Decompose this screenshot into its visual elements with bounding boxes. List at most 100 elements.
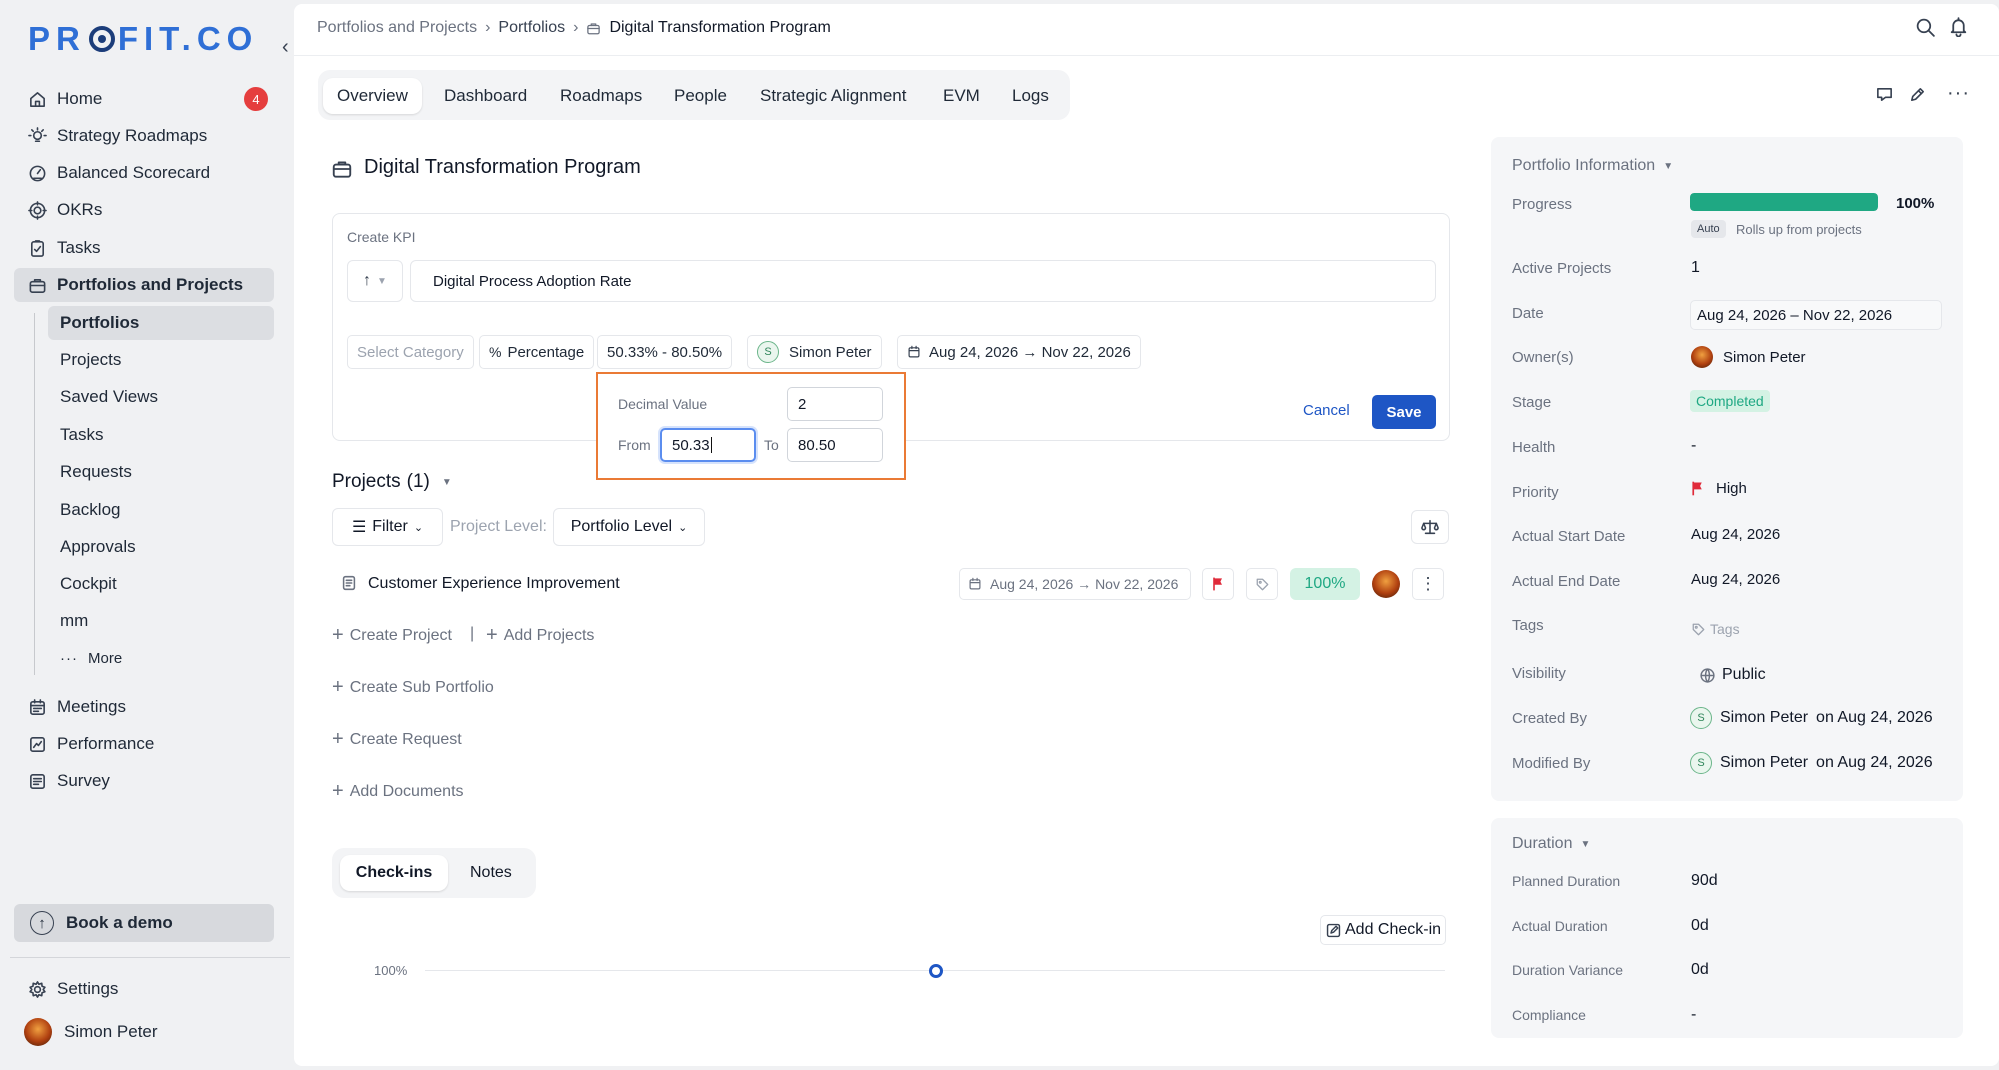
breadcrumb-item[interactable]: Portfolios [498, 19, 565, 37]
sidebar-sub-item-backlog[interactable]: Backlog [48, 493, 274, 527]
balance-view-button[interactable] [1411, 510, 1449, 544]
search-icon[interactable] [1915, 17, 1936, 38]
bell-icon[interactable] [1948, 16, 1969, 37]
edit-note-icon [1326, 923, 1341, 937]
book-demo-button[interactable]: ↑ Book a demo [14, 904, 274, 942]
unit-select[interactable]: % Percentage [479, 335, 595, 369]
sidebar-sub-item-approvals[interactable]: Approvals [48, 530, 274, 564]
sidebar-item-label: OKRs [57, 200, 103, 219]
category-select[interactable]: Select Category [347, 335, 474, 369]
sidebar-item-performance[interactable]: Performance [14, 727, 274, 761]
sidebar-item-label: Survey [57, 771, 110, 790]
decimal-value-input[interactable]: 2 [787, 387, 883, 421]
comment-icon[interactable] [1875, 85, 1894, 104]
direction-dropdown[interactable]: ↑ ▼ [347, 260, 403, 302]
duration-variance-value: 0d [1691, 961, 1709, 978]
sidebar-sub-item-requests[interactable]: Requests [48, 455, 274, 489]
date-range-field[interactable]: Aug 24, 2026 – Nov 22, 2026 [1690, 300, 1942, 330]
checkin-point[interactable] [929, 964, 943, 978]
tab-people[interactable]: People [674, 78, 727, 114]
user-profile[interactable]: Simon Peter [24, 1018, 158, 1046]
sidebar-more[interactable]: ··· More [48, 641, 274, 675]
sidebar-item-meetings[interactable]: Meetings [14, 690, 274, 724]
sidebar-sub-item-tasks[interactable]: Tasks [48, 418, 274, 452]
tags-label: Tags [1512, 617, 1544, 634]
sidebar-divider [10, 957, 290, 958]
sidebar-item-balanced-scorecard[interactable]: Balanced Scorecard [14, 156, 274, 190]
sidebar-item-tasks[interactable]: Tasks [14, 231, 274, 265]
tab-overview[interactable]: Overview [323, 78, 422, 114]
caret-down-icon: ▼ [1663, 160, 1674, 172]
tab-roadmaps[interactable]: Roadmaps [560, 78, 642, 114]
add-projects-link[interactable]: + Add Projects [486, 624, 594, 647]
stage-label: Stage [1512, 394, 1552, 411]
edit-icon[interactable] [1908, 85, 1927, 104]
save-button[interactable]: Save [1372, 395, 1436, 429]
breadcrumb-item[interactable]: Portfolios and Projects [317, 19, 477, 37]
sidebar-item-settings[interactable]: Settings [14, 972, 274, 1006]
create-request-link[interactable]: + Create Request [332, 728, 462, 751]
link-separator: | [470, 625, 475, 642]
portfolio-info-heading[interactable]: Portfolio Information ▼ [1512, 157, 1673, 175]
to-input[interactable]: 80.50 [787, 428, 883, 462]
collapse-sidebar-icon[interactable]: ‹ [282, 36, 289, 59]
stage-badge[interactable]: Completed [1690, 390, 1770, 412]
visibility-field[interactable]: Public [1699, 666, 1766, 684]
page-title: Digital Transformation Program [364, 156, 641, 178]
flag-icon [1213, 577, 1222, 591]
gear-icon [29, 980, 46, 998]
date-range-chip[interactable]: Aug 24, 2026 → Nov 22, 2026 [897, 335, 1141, 369]
tags-field[interactable]: Tags [1691, 621, 1740, 637]
sidebar-sub-item-mm[interactable]: mm [48, 604, 274, 638]
owner-field[interactable]: Simon Peter [1691, 346, 1806, 368]
create-project-link[interactable]: + Create Project [332, 624, 452, 647]
sidebar-sub-item-portfolios[interactable]: Portfolios [48, 306, 274, 340]
tab-dashboard[interactable]: Dashboard [444, 78, 527, 114]
priority-flag-button[interactable] [1202, 568, 1234, 600]
tab-evm[interactable]: EVM [943, 78, 980, 114]
add-check-in-button[interactable]: Add Check-in [1320, 915, 1447, 945]
project-dates[interactable]: Aug 24, 2026 → Nov 22, 2026 [959, 568, 1191, 600]
duration-heading[interactable]: Duration ▼ [1512, 835, 1590, 853]
sidebar-item-strategy-roadmaps[interactable]: Strategy Roadmaps [14, 119, 274, 153]
projects-heading[interactable]: Projects (1) ▼ [332, 471, 452, 493]
priority-field[interactable]: High [1689, 480, 1747, 497]
range-chip[interactable]: 50.33% - 80.50% [597, 335, 733, 369]
sidebar-sub-item-projects[interactable]: Projects [48, 343, 274, 377]
project-level-select[interactable]: Portfolio Level ⌄ [553, 508, 705, 546]
owner-chip[interactable]: S Simon Peter [747, 335, 882, 369]
sidebar-sub-item-saved-views[interactable]: Saved Views [48, 380, 274, 414]
actual-start-value[interactable]: Aug 24, 2026 [1691, 526, 1780, 543]
target-icon [28, 200, 47, 220]
tab-check-ins[interactable]: Check-ins [340, 855, 448, 891]
create-sub-portfolio-link[interactable]: + Create Sub Portfolio [332, 676, 494, 699]
sidebar-sub-item-cockpit[interactable]: Cockpit [48, 567, 274, 601]
sidebar-item-home[interactable]: Home [14, 82, 274, 116]
add-documents-link[interactable]: + Add Documents [332, 780, 464, 803]
more-options-icon[interactable]: ··· [1947, 82, 1970, 105]
cancel-button[interactable]: Cancel [1303, 402, 1350, 419]
chevron-down-icon: ⌄ [678, 521, 688, 534]
kpi-name-input[interactable]: Digital Process Adoption Rate [410, 260, 1436, 302]
tab-strategic-alignment[interactable]: Strategic Alignment [760, 78, 906, 114]
avatar: S [757, 341, 779, 363]
tab-logs[interactable]: Logs [1012, 78, 1049, 114]
planned-duration-value: 90d [1691, 872, 1718, 889]
created-by-field: S Simon Peter on Aug 24, 2026 [1690, 707, 1933, 729]
tag-button[interactable] [1246, 568, 1278, 600]
sidebar-item-portfolios-and-projects[interactable]: Portfolios and Projects [14, 268, 274, 302]
tab-notes[interactable]: Notes [470, 864, 512, 882]
filter-button[interactable]: ☰ Filter ⌄ [332, 508, 443, 546]
sub-nav-guide [34, 313, 35, 675]
checklist-icon [30, 239, 45, 257]
sidebar-item-label: Tasks [57, 238, 101, 257]
row-options-icon[interactable]: ⋮ [1412, 568, 1444, 600]
gauge-icon [29, 165, 46, 181]
from-input[interactable]: 50.33 [660, 428, 756, 462]
project-name[interactable]: Customer Experience Improvement [368, 575, 620, 593]
actual-start-label: Actual Start Date [1512, 528, 1626, 545]
sidebar-item-okrs[interactable]: OKRs [14, 193, 274, 227]
actual-duration-value: 0d [1691, 917, 1709, 934]
sidebar-item-survey[interactable]: Survey [14, 764, 274, 798]
actual-end-value[interactable]: Aug 24, 2026 [1691, 571, 1780, 588]
